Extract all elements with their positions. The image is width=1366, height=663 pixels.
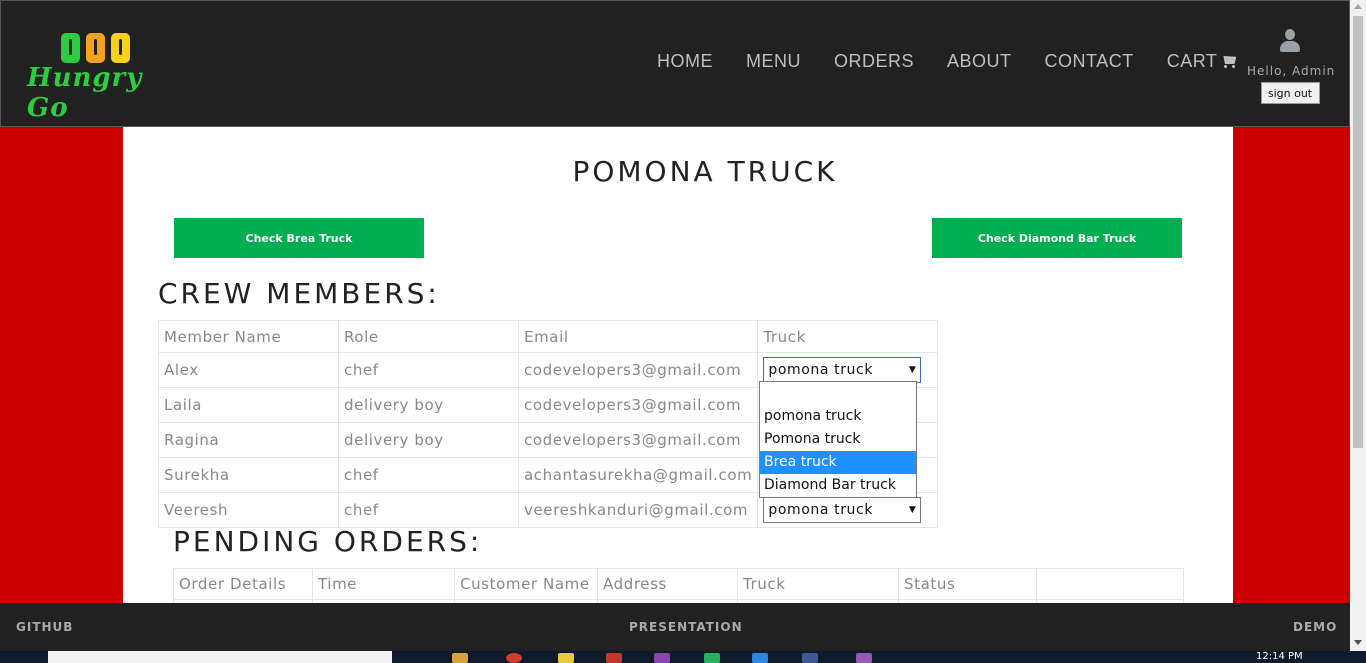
user-greeting: Hello, Admin <box>1247 64 1336 78</box>
chrome-icon[interactable] <box>506 653 522 663</box>
truck-select-value: pomona truck <box>768 362 874 378</box>
footer-demo-link[interactable]: DEMO <box>1293 620 1337 634</box>
app-icon[interactable] <box>802 653 818 663</box>
app-icon[interactable] <box>752 653 768 663</box>
truck-option-highlighted[interactable]: Brea truck <box>760 451 916 474</box>
page-scrollbar[interactable] <box>1350 0 1366 651</box>
member-role: chef <box>338 352 519 388</box>
sign-out-button[interactable]: sign out <box>1260 82 1320 104</box>
app-icon[interactable] <box>704 653 720 663</box>
page-title: POMONA TRUCK <box>572 155 838 188</box>
footer-github-link[interactable]: GITHUB <box>16 620 73 634</box>
nav-menu[interactable]: MENU <box>746 51 801 72</box>
column-header <box>1036 568 1184 600</box>
member-name: Surekha <box>158 457 339 493</box>
member-email: codevelopers3@gmail.com <box>517 422 759 458</box>
column-header: Truck <box>737 568 899 600</box>
column-header: Email <box>517 320 759 353</box>
nav-contact[interactable]: CONTACT <box>1045 51 1134 72</box>
main-content: POMONA TRUCK Check Brea Truck Check Diam… <box>123 127 1233 603</box>
logo-bulb-yellow <box>111 33 130 63</box>
crew-table-header: Member Name Role Email Truck <box>158 320 939 353</box>
file-explorer-icon[interactable] <box>452 653 468 663</box>
orders-table-header: Order Details Time Customer Name Address… <box>173 568 1184 600</box>
member-role: chef <box>338 457 519 493</box>
orders-table: Order Details Time Customer Name Address… <box>173 568 1184 603</box>
column-header: Member Name <box>158 320 339 353</box>
column-header: Role <box>338 320 519 353</box>
shopping-cart-icon <box>1221 55 1237 68</box>
member-role: delivery boy <box>338 422 519 458</box>
truck-select-value: pomona truck <box>768 502 874 518</box>
truck-select[interactable]: pomona truck ▼ <box>763 497 922 523</box>
hungry-go-logo[interactable]: Hungry Go <box>25 29 177 123</box>
crew-members-title: CREW MEMBERS: <box>158 277 440 310</box>
dropdown-arrow-icon: ▼ <box>908 505 917 515</box>
truck-option-blank[interactable] <box>760 382 916 405</box>
member-role: delivery boy <box>338 387 519 423</box>
member-name: Laila <box>158 387 339 423</box>
logo-bulb-orange <box>86 33 105 63</box>
taskbar-clock[interactable]: 12:14 PM <box>1256 651 1303 663</box>
truck-option[interactable]: pomona truck <box>760 405 916 428</box>
os-taskbar: 12:14 PM <box>0 651 1366 663</box>
nav-cart-label: CART <box>1166 51 1218 71</box>
sticky-notes-icon[interactable] <box>558 653 574 663</box>
member-email: codevelopers3@gmail.com <box>517 352 759 388</box>
truck-option[interactable]: Pomona truck <box>760 428 916 451</box>
pending-orders-title: PENDING ORDERS: <box>173 525 483 558</box>
truck-select[interactable]: pomona truck ▼ <box>763 357 922 383</box>
member-email: codevelopers3@gmail.com <box>517 387 759 423</box>
dropdown-arrow-icon: ▼ <box>908 365 917 375</box>
column-header: Address <box>597 568 738 600</box>
column-header: Customer Name <box>454 568 598 600</box>
check-diamond-bar-truck-button[interactable]: Check Diamond Bar Truck <box>932 218 1182 258</box>
member-name: Ragina <box>158 422 339 458</box>
user-icon <box>1280 29 1300 53</box>
app-icon[interactable] <box>654 653 670 663</box>
member-role: chef <box>338 492 519 528</box>
member-email: veereshkanduri@gmail.com <box>517 492 759 528</box>
nav-cart[interactable]: CART <box>1167 51 1238 72</box>
nav-about[interactable]: ABOUT <box>947 51 1012 72</box>
footer: GITHUB PRESENTATION DEMO <box>0 603 1366 651</box>
scroll-up-arrow-icon[interactable] <box>1354 4 1362 9</box>
app-icon[interactable] <box>606 653 622 663</box>
nav-home[interactable]: HOME <box>657 51 713 72</box>
user-panel: Hello, Admin sign out <box>1247 29 1336 104</box>
scroll-down-arrow-icon[interactable] <box>1354 640 1362 645</box>
check-brea-truck-button[interactable]: Check Brea Truck <box>174 218 424 258</box>
column-header: Truck <box>757 320 939 353</box>
logo-bulb-green <box>61 33 80 63</box>
nav-orders[interactable]: ORDERS <box>834 51 914 72</box>
column-header: Time <box>312 568 455 600</box>
app-icon[interactable] <box>856 653 872 663</box>
member-email: achantasurekha@gmail.com <box>517 457 759 493</box>
truck-dropdown-list: pomona truck Pomona truck Brea truck Dia… <box>759 381 917 498</box>
logo-bulbs <box>61 33 130 63</box>
column-header: Status <box>898 568 1037 600</box>
footer-presentation-link[interactable]: PRESENTATION <box>629 620 743 634</box>
member-name: Alex <box>158 352 339 388</box>
truck-option[interactable]: Diamond Bar truck <box>760 474 916 497</box>
scrollbar-thumb[interactable] <box>1353 16 1363 448</box>
main-nav: HOME MENU ORDERS ABOUT CONTACT CART <box>641 51 1270 72</box>
column-header: Order Details <box>173 568 313 600</box>
header: Hungry Go HOME MENU ORDERS ABOUT CONTACT… <box>0 0 1350 127</box>
logo-text: Hungry Go <box>27 63 143 123</box>
taskbar-search-box[interactable] <box>48 651 392 663</box>
member-name: Veeresh <box>158 492 339 528</box>
